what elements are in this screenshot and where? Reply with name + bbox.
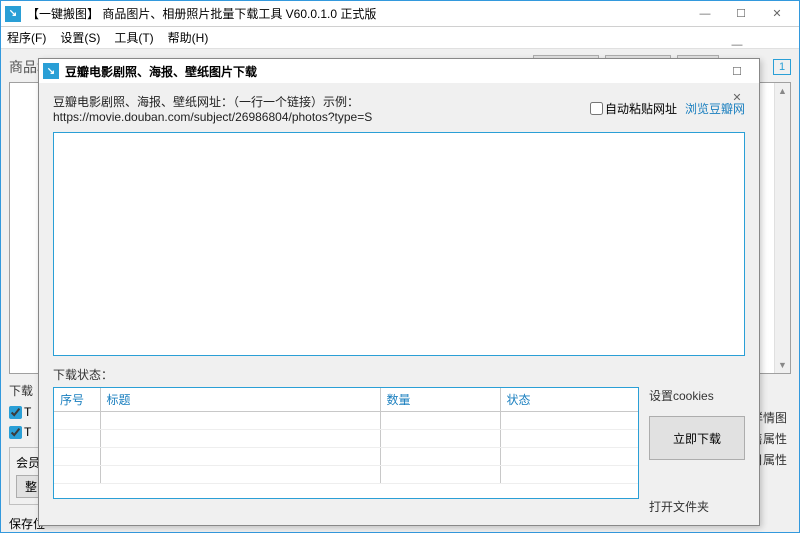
douban-download-dialog: ↘ 豆瓣电影剧照、海报、壁纸图片下载 — ☐ ✕ 豆瓣电影剧照、海报、壁纸网址：… [38, 58, 760, 526]
modal-instruction-row: 豆瓣电影剧照、海报、壁纸网址：（一行一个链接）示例：https://movie.… [53, 93, 745, 124]
main-titlebar: ↘ 【一键搬图】 商品图片、相册照片批量下载工具 V60.0.1.0 正式版 —… [1, 1, 799, 27]
download-status-table[interactable]: 序号 标题 数量 状态 [53, 387, 639, 499]
main-menu: 程序(F) 设置(S) 工具(T) 帮助(H) [1, 27, 799, 49]
menu-program[interactable]: 程序(F) [7, 29, 46, 46]
scroll-up-icon[interactable]: ▲ [775, 83, 790, 99]
modal-maximize-button[interactable]: ☐ [719, 58, 755, 84]
menu-help[interactable]: 帮助(H) [168, 29, 209, 46]
download-now-button[interactable]: 立即下载 [649, 416, 745, 460]
open-folder-link[interactable]: 打开文件夹 [649, 498, 745, 515]
col-header-num[interactable]: 序号 [54, 388, 100, 412]
menu-tools[interactable]: 工具(T) [114, 29, 153, 46]
download-status-label: 下载状态： [53, 366, 745, 383]
col-header-title[interactable]: 标题 [100, 388, 380, 412]
check-t1[interactable]: T [9, 405, 31, 419]
app-icon: ↘ [5, 6, 21, 22]
check-t2[interactable]: T [9, 425, 31, 439]
main-title: 【一键搬图】 商品图片、相册照片批量下载工具 V60.0.1.0 正式版 [27, 5, 687, 22]
browse-douban-link[interactable]: 浏览豆瓣网 [685, 100, 745, 117]
scroll-down-icon[interactable]: ▼ [775, 357, 790, 373]
table-row [54, 430, 638, 448]
modal-bottom-row: 序号 标题 数量 状态 设置cookies [53, 387, 745, 515]
modal-side-actions: 设置cookies 立即下载 打开文件夹 [649, 387, 745, 515]
modal-url-textarea[interactable] [53, 132, 745, 356]
close-button[interactable]: ✕ [759, 1, 795, 27]
minimize-button[interactable]: — [687, 1, 723, 27]
modal-body: 豆瓣电影剧照、海报、壁纸网址：（一行一个链接）示例：https://movie.… [39, 83, 759, 525]
modal-instruction-text: 豆瓣电影剧照、海报、壁纸网址：（一行一个链接）示例：https://movie.… [53, 93, 582, 124]
modal-title: 豆瓣电影剧照、海报、壁纸图片下载 [65, 63, 719, 80]
vertical-scrollbar[interactable]: ▲ ▼ [774, 83, 790, 373]
menu-settings[interactable]: 设置(S) [60, 29, 100, 46]
table-row [54, 466, 638, 484]
modal-app-icon: ↘ [43, 63, 59, 79]
modal-minimize-button[interactable]: — [719, 32, 755, 58]
skin-selector[interactable]: 1 [773, 59, 791, 75]
main-window-buttons: — ☐ ✕ [687, 1, 795, 27]
col-header-count[interactable]: 数量 [380, 388, 500, 412]
col-header-status[interactable]: 状态 [500, 388, 638, 412]
modal-titlebar: ↘ 豆瓣电影剧照、海报、壁纸图片下载 — ☐ ✕ [39, 59, 759, 83]
modal-autopaste-checkbox[interactable]: 自动粘贴网址 [590, 100, 677, 117]
table-row [54, 412, 638, 430]
set-cookies-link[interactable]: 设置cookies [649, 387, 745, 404]
maximize-button[interactable]: ☐ [723, 1, 759, 27]
table-row [54, 448, 638, 466]
